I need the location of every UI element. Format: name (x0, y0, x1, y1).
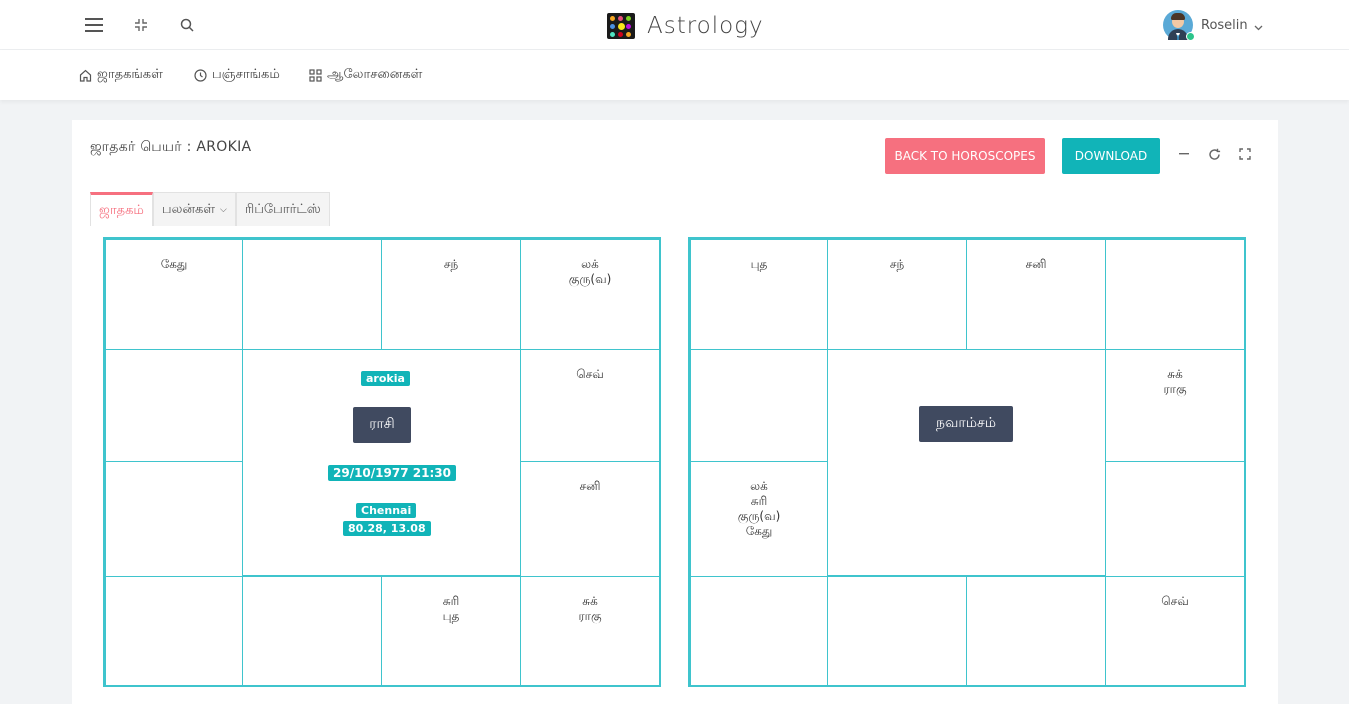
astrology-logo-icon (607, 13, 635, 39)
user-name: Roselin (1201, 17, 1248, 33)
navamsa-house-cell: சுக் ராகு (1105, 349, 1245, 462)
nav-item-label: ஆலோசனைகள் (327, 67, 423, 82)
rasi-house-cell: சுக் ராகு (520, 576, 660, 686)
navamsa-house-cell: புத (690, 239, 828, 350)
rasi-house-cell: சனி (520, 461, 660, 577)
navamsa-house-cell: சந் (827, 239, 967, 350)
avatar (1163, 10, 1195, 41)
navamsa-house-cell: லக் சுரி குரு(வ) கேது (690, 461, 828, 577)
tab-label: ஜாதகம் (99, 202, 144, 218)
nav-item-horoscopes[interactable]: ஜாதகங்கள் (79, 66, 163, 84)
tab-reports[interactable]: ரிப்போர்ட்ஸ் (235, 192, 330, 226)
navamsa-house-cell (1105, 461, 1245, 577)
rasi-house-cell (105, 576, 243, 686)
page-title: ஜாதகர் பெயர் : AROKIA (90, 139, 252, 155)
coordinates-badge: 80.28, 13.08 (343, 521, 431, 536)
download-button[interactable]: DOWNLOAD (1062, 138, 1160, 174)
app-title: Astrology (647, 13, 764, 39)
navamsa-center-panel: நவாம்சம் (827, 349, 1106, 576)
rasi-house-cell: கேது (105, 239, 243, 350)
home-icon (79, 69, 92, 82)
rasi-center-panel: arokia ராசி 29/10/1977 21:30 Chennai 80.… (242, 349, 521, 576)
horoscope-card: ஜாதகர் பெயர் : AROKIA BACK TO HOROSCOPES… (72, 120, 1278, 704)
nav-bar: ஜாதகங்கள் பஞ்சாங்கம் ஆலோசனைகள் (0, 50, 1349, 100)
navamsa-house-cell (1105, 239, 1245, 350)
brand[interactable]: Astrology (607, 12, 764, 40)
grid-icon (309, 68, 322, 82)
rasi-house-cell: செவ் (520, 349, 660, 462)
rasi-house-cell: லக் குரு(வ) (520, 239, 660, 350)
nav-item-consultations[interactable]: ஆலோசனைகள் (309, 66, 422, 84)
rasi-house-cell: சந் (381, 239, 521, 350)
nav-item-panchangam[interactable]: பஞ்சாங்கம் (194, 66, 280, 84)
nav-item-label: பஞ்சாங்கம் (212, 67, 280, 82)
tab-label: ரிப்போர்ட்ஸ் (244, 201, 321, 217)
navamsa-house-cell: செவ் (1105, 576, 1245, 686)
tab-label: பலன்கள் (161, 201, 216, 217)
collapse-icon[interactable] (130, 14, 152, 36)
menu-icon[interactable] (83, 14, 105, 36)
rasi-house-cell (242, 239, 382, 350)
birth-datetime-badge: 29/10/1977 21:30 (328, 465, 456, 481)
tab-bar: ஜாதகம் பலன்கள் ⌵ ரிப்போர்ட்ஸ் (90, 192, 330, 226)
nav-item-label: ஜாதகங்கள் (97, 67, 163, 82)
tab-palangal[interactable]: பலன்கள் ⌵ (152, 192, 236, 226)
navamsa-house-cell (827, 576, 967, 686)
minimize-icon[interactable] (1176, 146, 1192, 162)
navamsa-house-cell (690, 576, 828, 686)
navamsa-chart: செவ் லக் சுரி குரு(வ) கேது சுக் ராகு சனி சந்… (688, 237, 1246, 687)
chevron-down-icon (1254, 16, 1263, 35)
navamsa-house-cell (966, 576, 1106, 686)
search-icon[interactable] (176, 14, 198, 36)
rasi-chart: சுக் ராகு சுரி புத சனி செவ் லக் குரு(வ) சந் கே… (103, 237, 661, 687)
navamsa-house-cell (690, 349, 828, 462)
birth-place-badge: Chennai (356, 503, 417, 518)
refresh-icon[interactable] (1206, 146, 1222, 162)
clock-icon (194, 68, 207, 82)
rasi-house-cell (105, 461, 243, 577)
rasi-house-cell (242, 576, 382, 686)
fullscreen-icon[interactable] (1237, 146, 1253, 162)
tab-jathagam[interactable]: ஜாதகம் (90, 192, 153, 226)
chevron-down-icon: ⌵ (220, 204, 227, 215)
native-name-badge: arokia (361, 371, 410, 386)
navamsa-label: நவாம்சம் (919, 406, 1013, 442)
top-bar: Astrology Roselin (0, 0, 1349, 50)
navamsa-house-cell: சனி (966, 239, 1106, 350)
user-menu[interactable]: Roselin (1163, 10, 1263, 41)
rasi-label: ராசி (353, 407, 411, 443)
back-to-horoscopes-button[interactable]: BACK TO HOROSCOPES (885, 138, 1045, 174)
rasi-house-cell: சுரி புத (381, 576, 521, 686)
rasi-house-cell (105, 349, 243, 462)
online-status-icon (1186, 32, 1195, 41)
